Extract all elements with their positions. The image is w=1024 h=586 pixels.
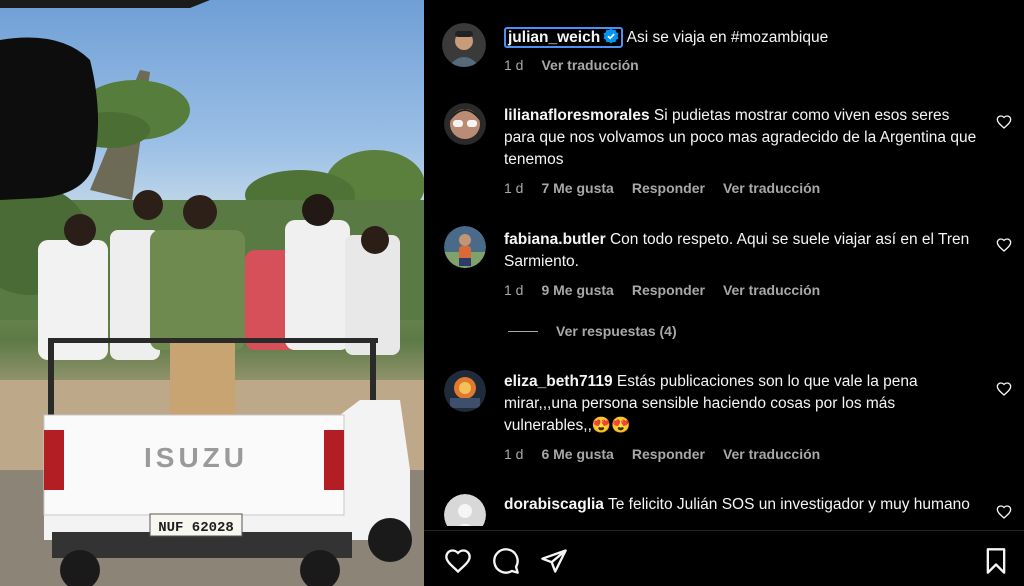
comment-like-heart-icon[interactable] bbox=[996, 381, 1012, 397]
comment-reply-button[interactable]: Responder bbox=[632, 282, 705, 298]
comment-likes-count[interactable]: 9 Me gusta bbox=[541, 282, 613, 298]
caption-time: 1 d bbox=[504, 57, 524, 73]
bookmark-icon[interactable] bbox=[982, 547, 1010, 575]
post-action-bar bbox=[424, 530, 1024, 586]
comment-time: 1 d bbox=[504, 446, 524, 462]
commenter-avatar[interactable] bbox=[444, 103, 486, 145]
comment-translate-button[interactable]: Ver traducción bbox=[723, 180, 820, 196]
post-photo[interactable]: ISUZU NUF 62028 bbox=[0, 0, 424, 586]
comment-icon[interactable] bbox=[492, 547, 520, 575]
comment-translate-button[interactable]: Ver traducción bbox=[723, 446, 820, 462]
comment-like-heart-icon[interactable] bbox=[996, 504, 1012, 520]
commenter-avatar[interactable] bbox=[444, 226, 486, 268]
comment-reply-button[interactable]: Responder bbox=[632, 446, 705, 462]
comment-username-link[interactable]: dorabiscaglia bbox=[504, 496, 604, 513]
comment-meta: 1 d 9 Me gusta Responder Ver traducción bbox=[504, 282, 984, 298]
comment-like-heart-icon[interactable] bbox=[996, 237, 1012, 253]
replies-divider bbox=[508, 330, 538, 332]
caption-translate-button[interactable]: Ver traducción bbox=[541, 57, 638, 73]
comment-translate-button[interactable]: Ver traducción bbox=[723, 282, 820, 298]
heart-icon[interactable] bbox=[444, 547, 472, 575]
license-plate-text: NUF 62028 bbox=[158, 520, 234, 536]
comment-username-link[interactable]: fabiana.butler bbox=[504, 231, 606, 248]
comment-body: eliza_beth7119 Estás publicaciones son l… bbox=[504, 371, 984, 437]
caption-text: Asi se viaja en #mozambique bbox=[626, 29, 829, 46]
comment-time: 1 d bbox=[504, 180, 524, 196]
post-caption: julian_weich Asi se viaja en #mozambique bbox=[504, 27, 984, 49]
comment-meta: 1 d 6 Me gusta Responder Ver traducción bbox=[504, 446, 984, 462]
comment-time: 1 d bbox=[504, 282, 524, 298]
comment-likes-count[interactable]: 7 Me gusta bbox=[541, 180, 613, 196]
author-avatar[interactable] bbox=[442, 23, 486, 67]
verified-badge-icon bbox=[603, 28, 619, 44]
truck-brand-text: ISUZU bbox=[144, 442, 248, 473]
comment-username-link[interactable]: eliza_beth7119 bbox=[504, 373, 613, 390]
view-replies-button[interactable]: Ver respuestas (4) bbox=[508, 323, 677, 339]
comment-text: Te felicito Julián SOS un investigador y… bbox=[607, 496, 970, 513]
commenter-avatar[interactable] bbox=[444, 370, 486, 412]
truck-scene-image: ISUZU NUF 62028 bbox=[0, 0, 424, 586]
comment-body: lilianafloresmorales Si pudietas mostrar… bbox=[504, 105, 984, 171]
comment-reply-button[interactable]: Responder bbox=[632, 180, 705, 196]
view-replies-label: Ver respuestas (4) bbox=[556, 323, 677, 339]
comment-body: fabiana.butler Con todo respeto. Aqui se… bbox=[504, 229, 984, 273]
comments-panel: julian_weich Asi se viaja en #mozambique… bbox=[424, 0, 1024, 586]
comment-username-link[interactable]: lilianafloresmorales bbox=[504, 107, 650, 124]
commenter-avatar[interactable] bbox=[444, 494, 486, 526]
paper-plane-icon[interactable] bbox=[540, 547, 568, 575]
comments-scroll-area[interactable]: julian_weich Asi se viaja en #mozambique… bbox=[424, 0, 1024, 526]
caption-meta: 1 d Ver traducción bbox=[504, 57, 984, 73]
comment-body: dorabiscaglia Te felicito Julián SOS un … bbox=[504, 494, 984, 516]
comment-meta: 1 d 7 Me gusta Responder Ver traducción bbox=[504, 180, 984, 196]
author-username-link[interactable]: julian_weich bbox=[504, 27, 624, 48]
comment-likes-count[interactable]: 6 Me gusta bbox=[541, 446, 613, 462]
comment-like-heart-icon[interactable] bbox=[996, 114, 1012, 130]
